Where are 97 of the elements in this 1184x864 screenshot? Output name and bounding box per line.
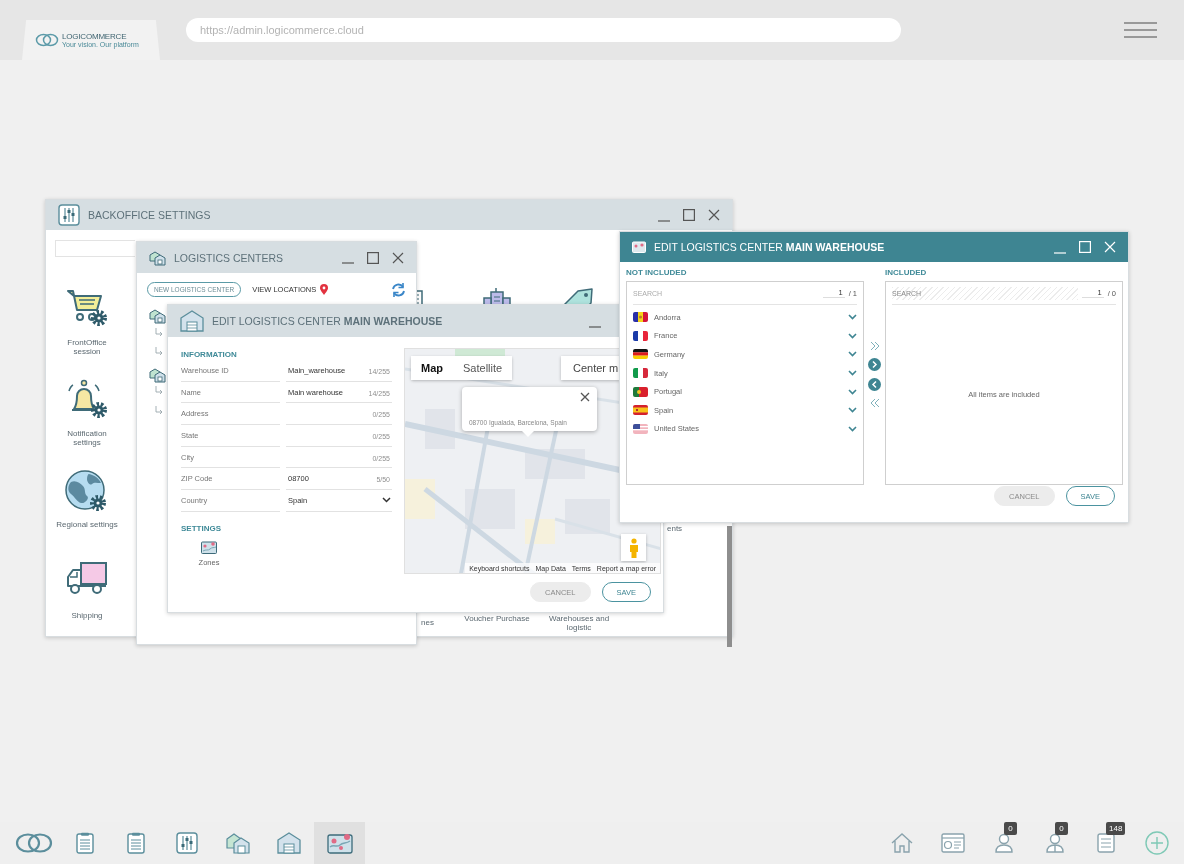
logo-icon: [14, 832, 53, 854]
close-button[interactable]: [580, 392, 590, 402]
chevron-down-icon: [848, 351, 857, 358]
list-icon: [1096, 833, 1115, 853]
window-title: LOGISTICS CENTERS: [174, 251, 284, 264]
tile-label[interactable]: Regional settings: [54, 520, 120, 529]
tile-label[interactable]: Warehouses and logistic: [546, 614, 612, 632]
refresh-button[interactable]: [391, 282, 406, 297]
section-title: NOT INCLUDED: [626, 268, 688, 278]
count-badge: 0: [1055, 822, 1068, 835]
flag-icon: [633, 405, 648, 416]
maximize-icon: [682, 209, 695, 221]
tray-button[interactable]: 0: [978, 822, 1029, 864]
dashboard-icon: [940, 833, 965, 853]
tag-icon: [562, 288, 596, 305]
minimize-icon: [341, 262, 354, 264]
cart-icon: [66, 288, 108, 326]
person-icon: [628, 537, 639, 558]
tile-label[interactable]: FrontOffice session: [54, 338, 120, 356]
maximize-button[interactable]: [681, 208, 696, 222]
window-title: EDIT LOGISTICS CENTER MAIN WAREHOUSE: [212, 315, 443, 327]
home-icon: [890, 833, 913, 853]
tile-label[interactable]: Voucher Purchase: [464, 614, 530, 623]
bell-icon: [66, 379, 108, 419]
users-icon: [1044, 833, 1065, 853]
tile-label[interactable]: Shipping: [54, 611, 120, 620]
chevron-down-icon: [848, 370, 857, 377]
chevron-down-icon: [848, 332, 857, 339]
warehouse-icon: [180, 310, 204, 332]
flag-icon: [633, 386, 648, 397]
flag-icon: [633, 423, 648, 434]
warehouses-icon: [225, 832, 250, 854]
window-title: BACKOFFICE SETTINGS: [88, 209, 211, 221]
logo-icon: [35, 33, 59, 47]
warehouses-icon: [149, 249, 166, 266]
section-title: INCLUDED: [885, 268, 928, 278]
scrollbar[interactable]: [727, 526, 732, 647]
minimize-icon: [588, 325, 601, 328]
tray-button[interactable]: 0: [1029, 822, 1080, 864]
add-icon: [1144, 831, 1169, 855]
move-right-button[interactable]: [868, 358, 881, 371]
flag-icon: [633, 349, 648, 360]
flag-icon: [633, 312, 648, 323]
tile-label[interactable]: Notification settings: [54, 429, 120, 447]
chevron-down-icon: [382, 497, 391, 504]
map-icon: [632, 241, 646, 253]
sliders-icon: [58, 204, 80, 226]
taskbar-app[interactable]: [314, 822, 365, 864]
close-button[interactable]: [706, 208, 721, 222]
close-icon: [1103, 241, 1116, 253]
close-icon: [580, 392, 590, 402]
branch-arrow-icon: [155, 405, 163, 415]
move-all-left-button[interactable]: [869, 398, 880, 408]
move-left-button[interactable]: [868, 378, 881, 391]
maximize-icon: [366, 251, 379, 264]
sliders-icon: [175, 832, 198, 854]
chevron-down-icon: [848, 388, 857, 395]
flag-icon: [633, 330, 648, 341]
maximize-icon: [1078, 241, 1091, 253]
maximize-button[interactable]: [365, 250, 380, 265]
minimize-icon: [1053, 251, 1066, 254]
map-icon: [201, 539, 217, 554]
menu-button[interactable]: [1124, 22, 1157, 38]
map-icon: [326, 832, 353, 854]
chevron-down-icon: [848, 314, 857, 321]
clipboard-icon: [75, 832, 94, 854]
close-button[interactable]: [390, 250, 405, 265]
section-title: INFORMATION: [181, 350, 238, 360]
section-title: SETTINGS: [181, 523, 222, 534]
map-type-tab[interactable]: Satellite: [453, 356, 513, 380]
tile-label[interactable]: ents: [667, 524, 683, 533]
tray-button[interactable]: 148: [1080, 822, 1131, 864]
search-field[interactable]: [55, 240, 135, 257]
count-badge: 0: [1004, 822, 1017, 835]
move-all-right-button[interactable]: [869, 341, 880, 351]
map-pin-icon: [320, 284, 329, 295]
flag-icon: [633, 368, 648, 379]
branch-arrow-icon: [155, 347, 163, 356]
tile-label[interactable]: nes: [421, 618, 434, 627]
close-icon: [391, 251, 404, 264]
count-badge: 148: [1106, 822, 1126, 835]
truck-icon: [66, 561, 108, 595]
center-map-button[interactable]: Center m: [561, 356, 620, 380]
logo-text: LOGICOMMERCE: [62, 31, 128, 41]
chevron-down-icon: [848, 407, 857, 414]
user-icon: [993, 833, 1014, 853]
close-icon: [707, 209, 720, 221]
window-title: EDIT LOGISTICS CENTER MAIN WAREHOUSE: [654, 241, 885, 253]
warehouse-icon: [276, 832, 301, 854]
clipboard-icon: [126, 832, 145, 854]
branch-arrow-icon: [155, 327, 163, 337]
chevron-down-icon: [848, 425, 857, 432]
map-type-tab[interactable]: Map: [411, 356, 453, 380]
street-view-button[interactable]: [621, 534, 646, 561]
branch-arrow-icon: [155, 386, 163, 395]
minimize-icon: [657, 219, 670, 222]
globe-icon: [65, 470, 109, 514]
